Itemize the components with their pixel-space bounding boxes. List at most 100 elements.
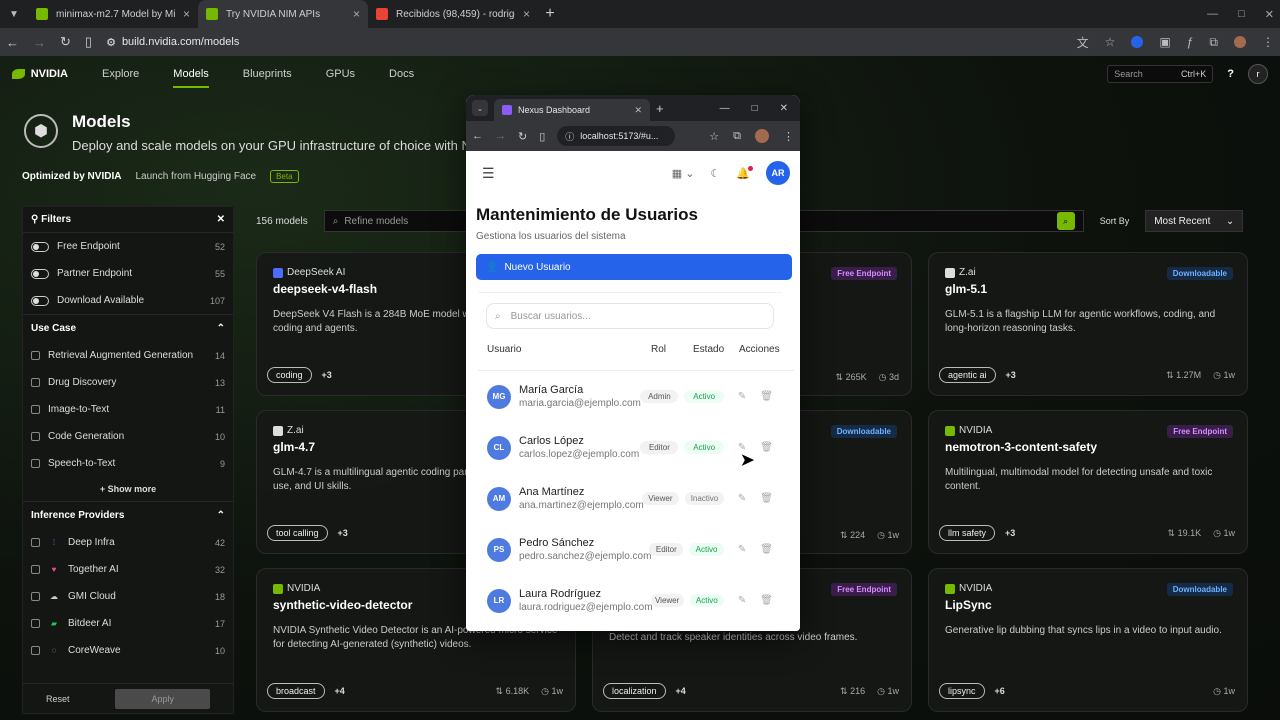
forward-icon[interactable]: → — [495, 130, 506, 142]
browser-tab-2[interactable]: Try NVIDIA NIM APIs × — [198, 0, 368, 28]
extensions-puzzle-icon[interactable]: ⧉ — [1209, 35, 1218, 50]
reload-icon[interactable]: ↻ — [518, 130, 527, 143]
tag-pill[interactable]: coding — [267, 367, 312, 383]
use-case-option[interactable]: Code Generation 10 — [23, 423, 233, 450]
browser-tab-3[interactable]: Recibidos (98,459) - rodrigo.de × — [368, 0, 538, 28]
close-window-icon[interactable]: ✕ — [1265, 8, 1274, 21]
sidebar-icon[interactable]: ▯ — [539, 130, 545, 143]
checkbox[interactable] — [31, 565, 40, 574]
checkbox[interactable] — [31, 459, 40, 468]
profile-avatar[interactable] — [755, 129, 769, 143]
model-name[interactable]: nemotron-3-content-safety — [945, 440, 1231, 454]
profile-avatar[interactable] — [1234, 36, 1246, 48]
tab-search-icon[interactable]: ▼ — [0, 0, 28, 28]
toggle-download-available[interactable]: Download Available 107 — [23, 287, 233, 314]
nav-models[interactable]: Models — [173, 68, 209, 88]
maximize-icon[interactable]: □ — [1238, 8, 1245, 20]
tag-pill[interactable]: localization — [603, 683, 666, 699]
provider-option[interactable]: ▰ Bitdeer AI 17 — [23, 610, 233, 637]
toggle-switch[interactable] — [31, 241, 49, 252]
minimize-icon[interactable]: — — [1207, 8, 1218, 20]
close-window-icon[interactable]: ✕ — [780, 103, 788, 114]
provider-option[interactable]: ⁞ Deep Infra 42 — [23, 529, 233, 556]
use-case-option[interactable]: Drug Discovery 13 — [23, 369, 233, 396]
sidebar-icon[interactable]: ▯ — [85, 34, 92, 50]
checkbox[interactable] — [31, 351, 40, 360]
toggle-switch[interactable] — [31, 268, 49, 279]
address-bar[interactable]: ⚙ build.nvidia.com/models — [106, 36, 239, 49]
nvidia-logo[interactable]: NVIDIA — [12, 68, 68, 80]
close-filters-icon[interactable]: ✕ — [217, 214, 225, 225]
delete-trash-icon[interactable]: 🗑 — [760, 391, 773, 402]
use-case-option[interactable]: Image-to-Text 11 — [23, 396, 233, 423]
avatar[interactable]: AR — [766, 161, 790, 185]
maximize-icon[interactable]: □ — [752, 103, 758, 114]
extension-icon[interactable]: ▣ — [1159, 35, 1170, 49]
providers-section[interactable]: Inference Providers ⌃ — [23, 501, 233, 529]
close-tab-icon[interactable]: × — [523, 7, 530, 21]
close-tab-icon[interactable]: × — [353, 7, 360, 21]
nav-blueprints[interactable]: Blueprints — [243, 68, 292, 80]
provider-option[interactable]: ♥ Together AI 32 — [23, 556, 233, 583]
delete-trash-icon[interactable]: 🗑 — [760, 442, 773, 453]
model-card[interactable]: NVIDIA nemotron-3-content-safety Multiling… — [928, 410, 1248, 554]
delete-trash-icon[interactable]: 🗑 — [760, 493, 773, 504]
back-icon[interactable]: ← — [472, 130, 483, 142]
bookmark-star-icon[interactable]: ☆ — [709, 130, 719, 143]
search-submit-button[interactable]: ⌕ — [1056, 212, 1075, 230]
close-tab-icon[interactable]: ✕ — [634, 105, 642, 116]
nav-explore[interactable]: Explore — [102, 68, 139, 80]
edit-pencil-icon[interactable]: ✎ — [738, 595, 746, 606]
use-case-option[interactable]: Speech-to-Text 9 — [23, 450, 233, 477]
toggle-free-endpoint[interactable]: Free Endpoint 52 — [23, 233, 233, 260]
tag-pill[interactable]: agentic ai — [939, 367, 996, 383]
apply-button[interactable]: Apply — [115, 688, 210, 709]
menu-kebab-icon[interactable]: ⋮ — [783, 130, 794, 143]
user-avatar[interactable]: r — [1248, 64, 1268, 84]
tag-pill[interactable]: lipsync — [939, 683, 985, 699]
close-tab-icon[interactable]: × — [183, 7, 190, 21]
extension-icon[interactable] — [1131, 36, 1144, 48]
checkbox[interactable] — [31, 378, 40, 387]
edit-pencil-icon[interactable]: ✎ — [738, 493, 746, 504]
tab-optimized[interactable]: Optimized by NVIDIA — [22, 171, 121, 182]
dark-mode-moon-icon[interactable]: ☾ — [710, 167, 720, 180]
edit-pencil-icon[interactable]: ✎ — [738, 391, 746, 402]
forward-icon[interactable]: → — [33, 35, 46, 50]
new-tab-button[interactable]: + — [656, 101, 664, 116]
tag-pill[interactable]: tool calling — [267, 525, 328, 541]
user-search-input[interactable]: ⌕ Buscar usuarios... — [486, 303, 774, 329]
extension-icon[interactable]: ƒ — [1187, 35, 1194, 49]
menu-kebab-icon[interactable]: ⋮ — [1262, 35, 1274, 49]
notification-bell-icon[interactable]: 🔔 — [736, 165, 753, 180]
nav-docs[interactable]: Docs — [389, 68, 414, 80]
model-name[interactable]: glm-5.1 — [945, 282, 1231, 296]
model-card[interactable]: NVIDIA LipSync Generative lip dubbing that… — [928, 568, 1248, 712]
checkbox[interactable] — [31, 538, 40, 547]
toggle-switch[interactable] — [31, 295, 49, 306]
popup-address-bar[interactable]: ⓘ localhost:5173/#u... — [557, 126, 676, 146]
popup-tab[interactable]: Nexus Dashboard ✕ — [494, 99, 650, 121]
checkbox[interactable] — [31, 432, 40, 441]
help-icon[interactable]: ? — [1227, 68, 1234, 80]
provider-option[interactable]: ◌ CoreWeave 10 — [23, 637, 233, 664]
site-info-icon[interactable]: ⚙ — [106, 36, 116, 49]
checkbox[interactable] — [31, 646, 40, 655]
show-more-button[interactable]: + Show more — [23, 477, 233, 501]
bookmark-star-icon[interactable]: ☆ — [1105, 35, 1116, 49]
delete-trash-icon[interactable]: 🗑 — [760, 595, 773, 606]
tab-search-icon[interactable]: ⌄ — [472, 100, 488, 116]
global-search[interactable]: Search Ctrl+K — [1107, 65, 1214, 83]
hamburger-menu-icon[interactable]: ☰ — [482, 165, 495, 182]
reload-icon[interactable]: ↻ — [60, 34, 71, 50]
extensions-puzzle-icon[interactable]: ⧉ — [733, 130, 741, 143]
delete-trash-icon[interactable]: 🗑 — [760, 544, 773, 555]
translate-icon[interactable]: 文 — [1077, 34, 1089, 51]
edit-pencil-icon[interactable]: ✎ — [738, 544, 746, 555]
minimize-icon[interactable]: — — [720, 103, 730, 114]
use-case-option[interactable]: Retrieval Augmented Generation 14 — [23, 342, 233, 369]
back-icon[interactable]: ← — [6, 35, 19, 50]
checkbox[interactable] — [31, 405, 40, 414]
tab-hugging-face[interactable]: Launch from Hugging Face — [135, 171, 256, 182]
reset-button[interactable]: Reset — [46, 694, 70, 704]
